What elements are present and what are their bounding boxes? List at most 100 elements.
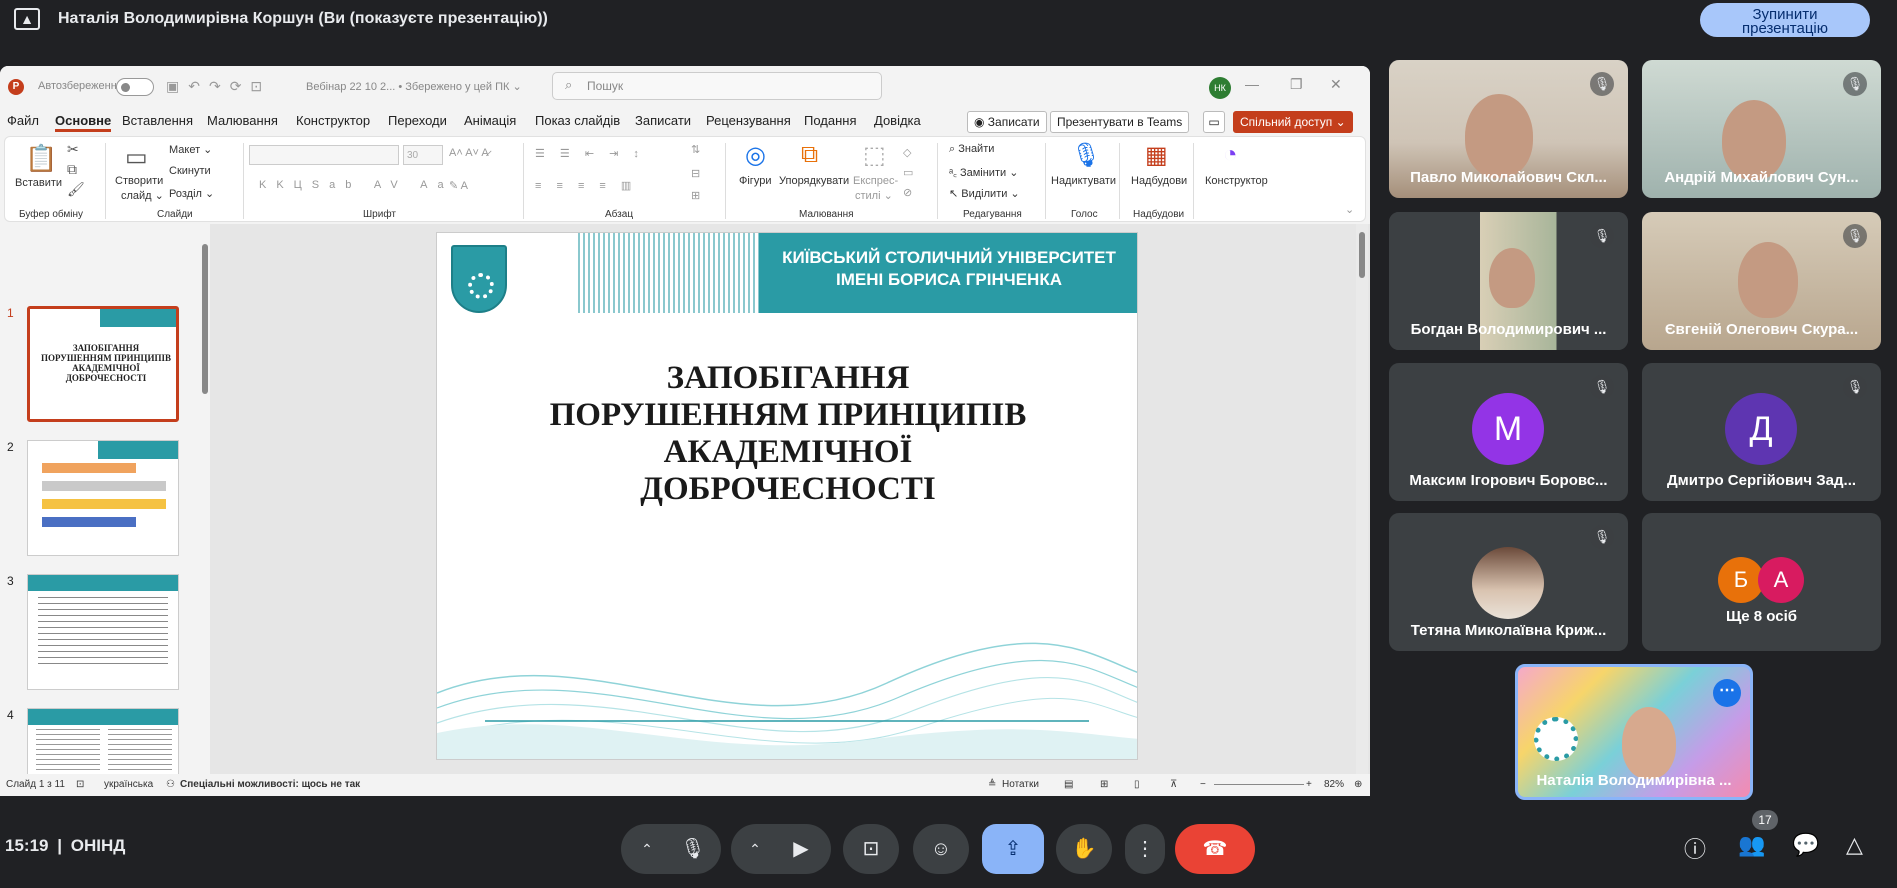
participant-tile[interactable]: 🎙 Андрій Михайлович Сун... bbox=[1642, 60, 1881, 198]
slide-sorter-icon[interactable]: ⊞ bbox=[1100, 779, 1108, 790]
addins-button-label[interactable]: Надбудови bbox=[1131, 175, 1187, 187]
participant-tile[interactable]: 🎙 Євгеній Олегович Скура... bbox=[1642, 212, 1881, 350]
leave-call-button[interactable]: ☎ bbox=[1175, 824, 1255, 874]
font-size-select[interactable]: 30 bbox=[403, 145, 443, 165]
tab-record[interactable]: Записати bbox=[635, 113, 691, 128]
activities-icon[interactable]: △ bbox=[1846, 832, 1863, 858]
emoji-button[interactable]: ☺ bbox=[913, 824, 969, 874]
scroll-thumb[interactable] bbox=[1359, 232, 1365, 278]
reading-view-icon[interactable]: ▯ bbox=[1134, 779, 1140, 790]
cut-icon[interactable]: ✂ bbox=[67, 141, 79, 158]
more-options-icon[interactable]: ⋯ bbox=[1713, 679, 1741, 707]
stop-presenting-button[interactable]: Зупинити презентацію bbox=[1700, 3, 1870, 37]
accessibility-status[interactable]: Спеціальні можливості: щось не так bbox=[180, 779, 360, 790]
normal-view-icon[interactable]: ▤ bbox=[1064, 779, 1073, 790]
quick-access-icons[interactable]: ▣↶↷⟳⊡ bbox=[166, 78, 271, 95]
mic-options-chevron-icon[interactable]: ⌃ bbox=[629, 824, 665, 874]
list-icons[interactable]: ☰ ☰ ⇤ ⇥ ↕ bbox=[535, 147, 645, 160]
designer-icon[interactable]: ◔ bbox=[1223, 141, 1238, 169]
font-family-select[interactable] bbox=[249, 145, 399, 165]
align-icons[interactable]: ≡ ≡ ≡ ≡ ▥ bbox=[535, 179, 637, 192]
accessibility-icon[interactable]: ⚇ bbox=[166, 779, 175, 790]
quick-styles-label-2[interactable]: стилі ⌄ bbox=[855, 189, 893, 202]
tab-insert[interactable]: Вставлення bbox=[122, 113, 193, 128]
present-teams-button[interactable]: Презентувати в Teams bbox=[1050, 111, 1190, 133]
scroll-thumb[interactable] bbox=[202, 244, 208, 394]
new-slide-label-1[interactable]: Створити bbox=[115, 175, 163, 187]
meeting-details-icon[interactable]: ⓘ bbox=[1684, 832, 1706, 864]
designer-label[interactable]: Конструктор bbox=[1205, 175, 1268, 187]
editor-scrollbar[interactable] bbox=[1356, 224, 1368, 774]
close-icon[interactable]: ✕ bbox=[1330, 76, 1342, 93]
new-slide-icon[interactable]: ▭ bbox=[125, 143, 148, 172]
participant-tile[interactable]: Д 🎙 Дмитро Сергійович Зад... bbox=[1642, 363, 1881, 501]
tab-help[interactable]: Довідка bbox=[874, 113, 921, 128]
search-input[interactable]: ⌕ Пошук bbox=[552, 72, 882, 100]
people-icon[interactable]: 👥 bbox=[1738, 832, 1765, 858]
grow-font-icon[interactable]: A˄ A˅ A̷ bbox=[449, 147, 489, 159]
raise-hand-button[interactable]: ✋ bbox=[1056, 824, 1112, 874]
tab-file[interactable]: Файл bbox=[7, 113, 39, 128]
quick-styles-label-1[interactable]: Експрес- bbox=[853, 175, 898, 187]
microphone-button[interactable]: 🎙 bbox=[668, 824, 718, 874]
document-name[interactable]: Вебінар 22 10 2... • Збережено у цей ПК … bbox=[306, 80, 522, 93]
shapes-icon[interactable]: ◎ bbox=[745, 141, 766, 170]
camera-options-chevron-icon[interactable]: ⌃ bbox=[737, 824, 773, 874]
replace-button[interactable]: ᵃ꜀ Замінити ⌄ bbox=[949, 165, 1018, 180]
spellcheck-icon[interactable]: ⊡ bbox=[76, 779, 84, 790]
shape-fill-icons[interactable]: ◇ ▭ ⊘ bbox=[903, 143, 913, 203]
zoom-level[interactable]: 82% bbox=[1324, 779, 1344, 790]
self-view-tile[interactable]: ⋯ Наталія Володимирівна ... bbox=[1515, 664, 1753, 800]
slide-thumbnail-1[interactable]: ЗАПОБІГАННЯ ПОРУШЕННЯМ ПРИНЦИПІВ АКАДЕМІЧН… bbox=[27, 306, 179, 422]
text-direction-icon[interactable]: ⇅ bbox=[691, 143, 700, 156]
participant-tile[interactable]: 🎙 Тетяна Миколаївна Криж... bbox=[1389, 513, 1628, 651]
notes-icon[interactable]: ≜ bbox=[988, 779, 996, 790]
more-participants-tile[interactable]: Б А Ще 8 осіб bbox=[1642, 513, 1881, 651]
paste-icon[interactable]: 📋 bbox=[25, 143, 57, 174]
section-button[interactable]: Розділ ⌄ bbox=[169, 187, 214, 200]
tab-slideshow[interactable]: Показ слайдів bbox=[535, 113, 620, 128]
slide-thumbnail-2[interactable] bbox=[27, 440, 179, 556]
font-format-icons[interactable]: KKЦSab AV Aa bbox=[259, 179, 454, 191]
align-text-icon[interactable]: ⊟ bbox=[691, 167, 700, 180]
microphone-icon[interactable]: 🎙 bbox=[1071, 141, 1101, 170]
tab-home[interactable]: Основне bbox=[55, 113, 112, 132]
paste-label[interactable]: Вставити bbox=[15, 177, 62, 189]
format-painter-icon[interactable]: 🖌 bbox=[67, 181, 85, 198]
camera-button[interactable]: ▶ bbox=[776, 824, 826, 874]
fit-slide-icon[interactable]: ⊕ bbox=[1354, 779, 1362, 790]
participant-tile[interactable]: 🎙 Богдан Володимирович ... bbox=[1389, 212, 1628, 350]
copy-icon[interactable]: ⧉ bbox=[67, 161, 77, 178]
comments-icon[interactable]: ▭ bbox=[1203, 111, 1225, 133]
autosave-toggle[interactable] bbox=[116, 78, 154, 96]
text-color-icon[interactable]: ✎ A bbox=[449, 179, 468, 192]
participant-tile[interactable]: 🎙 Павло Миколайович Скл... bbox=[1389, 60, 1628, 198]
language-label[interactable]: українська bbox=[104, 779, 153, 790]
zoom-out-icon[interactable]: − bbox=[1200, 779, 1206, 790]
reset-button[interactable]: Скинути bbox=[169, 165, 211, 177]
captions-button[interactable]: ⊡ bbox=[843, 824, 899, 874]
dictate-label[interactable]: Надиктувати bbox=[1051, 175, 1116, 187]
arrange-icon[interactable]: ⧉ bbox=[801, 141, 818, 169]
shapes-label[interactable]: Фігури bbox=[739, 175, 771, 187]
tab-draw[interactable]: Малювання bbox=[207, 113, 278, 128]
share-button[interactable]: Спільний доступ ⌄ bbox=[1233, 111, 1353, 133]
new-slide-label-2[interactable]: слайд ⌄ bbox=[121, 189, 164, 202]
current-slide[interactable]: КИЇВСЬКИЙ СТОЛИЧНИЙ УНІВЕРСИТЕТ ІМЕНІ БО… bbox=[436, 232, 1138, 760]
layout-button[interactable]: Макет ⌄ bbox=[169, 143, 212, 156]
chat-icon[interactable]: 💬 bbox=[1792, 832, 1819, 858]
tab-design[interactable]: Конструктор bbox=[296, 113, 370, 128]
select-button[interactable]: ↖ Виділити ⌄ bbox=[949, 187, 1020, 200]
more-options-button[interactable]: ⋮ bbox=[1125, 824, 1165, 874]
tab-transitions[interactable]: Переходи bbox=[388, 113, 447, 128]
present-button[interactable]: ⇪ bbox=[982, 824, 1044, 874]
restore-icon[interactable]: ❐ bbox=[1290, 76, 1303, 93]
slideshow-view-icon[interactable]: ⊼ bbox=[1170, 779, 1177, 790]
participant-tile[interactable]: М 🎙 Максим Ігорович Боровс... bbox=[1389, 363, 1628, 501]
arrange-label[interactable]: Упорядкувати bbox=[779, 175, 849, 187]
tab-animations[interactable]: Анімація bbox=[464, 113, 516, 128]
minimize-icon[interactable]: — bbox=[1245, 76, 1259, 92]
zoom-slider[interactable] bbox=[1214, 784, 1304, 785]
thumbnail-scrollbar[interactable] bbox=[202, 234, 208, 764]
record-button[interactable]: ◉ Записати bbox=[967, 111, 1047, 133]
